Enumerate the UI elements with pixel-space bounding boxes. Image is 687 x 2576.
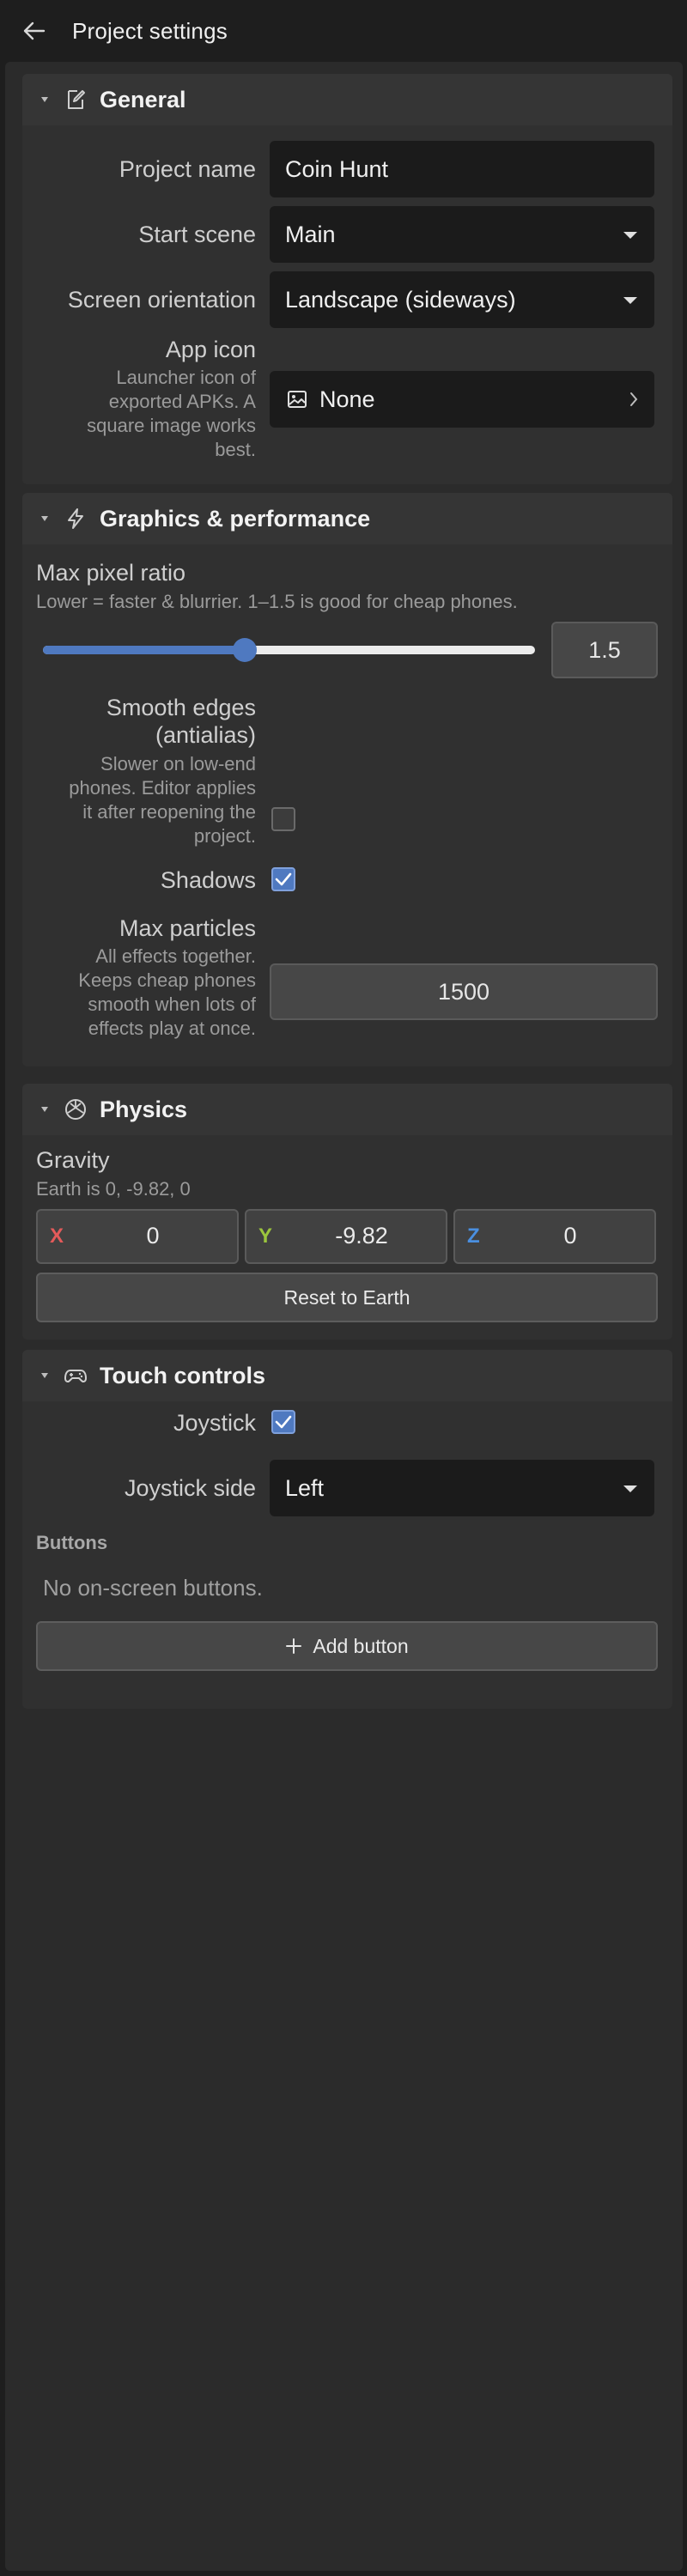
start-scene-value: Main [285,221,336,247]
empty-buttons-message: No on-screen buttons. [43,1575,263,1601]
app-icon-hint: Launcher icon of exported APKs. A square… [87,367,256,460]
physics-dice-icon [65,1099,86,1120]
gravity-x-value: 0 [146,1223,160,1249]
antialias-label: Smooth edges (antialias) [106,695,256,748]
max-particles-hint: All effects together. Keeps cheap phones… [78,945,256,1039]
checkmark-icon [275,872,292,886]
touch-controls-section-header[interactable]: Touch controls [22,1350,672,1401]
checkmark-icon [275,1415,292,1429]
x-axis-label: X [50,1224,64,1248]
project-name-value: Coin Hunt [285,155,389,182]
general-section-header[interactable]: General [22,74,672,125]
settings-panel: General Project name Coin Hunt Start sce… [5,62,683,2571]
start-scene-label: Start scene [138,222,256,247]
physics-section: Physics Gravity Earth is 0, -9.82, 0 X 0… [22,1084,672,1340]
chevron-down-icon [623,297,637,304]
chevron-right-icon [630,392,638,406]
joystick-side-value: Left [285,1474,325,1501]
antialias-checkbox[interactable] [271,807,295,831]
touch-controls-section: Touch controls Joystick Joystick side Le… [22,1350,672,1709]
gravity-hint: Earth is 0, -9.82, 0 [36,1178,191,1200]
arrow-left-icon [23,21,46,40]
z-axis-label: Z [467,1224,480,1248]
physics-section-header[interactable]: Physics [22,1084,672,1135]
collapse-caret-icon [41,516,48,521]
general-section: General Project name Coin Hunt Start sce… [22,74,672,484]
joystick-label: Joystick [173,1410,256,1436]
graphics-section-header[interactable]: Graphics & performance [22,493,672,544]
image-icon [288,391,307,408]
reset-gravity-button[interactable]: Reset to Earth [36,1273,658,1322]
app-icon-label: App icon [165,337,256,362]
touch-controls-section-title: Touch controls [100,1363,265,1388]
slider-handle[interactable] [232,638,257,662]
project-name-input[interactable]: Coin Hunt [270,141,654,197]
collapse-caret-icon [41,1107,48,1112]
joystick-side-label: Joystick side [124,1475,256,1501]
graphics-section-title: Graphics & performance [100,506,371,532]
app-icon-picker[interactable]: None [270,371,654,428]
gravity-z-value: 0 [563,1223,577,1249]
gamepad-icon [64,1370,87,1382]
joystick-side-dropdown[interactable]: Left [270,1460,654,1516]
edit-document-icon [68,90,85,109]
screen-orientation-value: Landscape (sideways) [285,286,516,313]
gravity-y-input[interactable]: Y -9.82 [245,1209,447,1264]
max-particles-label: Max particles [119,915,256,941]
chevron-down-icon [623,232,637,239]
back-button[interactable] [21,17,48,45]
physics-section-title: Physics [100,1097,188,1122]
top-bar: Project settings [0,0,687,62]
max-pixel-ratio-label: Max pixel ratio [36,560,186,586]
max-pixel-ratio-hint: Lower = faster & blurrier. 1–1.5 is good… [36,591,518,612]
joystick-checkbox[interactable] [271,1410,295,1434]
screen-orientation-label: Screen orientation [67,287,256,313]
gravity-y-value: -9.82 [335,1223,388,1249]
project-name-label: Project name [119,156,256,182]
lightning-icon [68,508,83,529]
max-pixel-ratio-input[interactable]: 1.5 [551,622,658,678]
plus-icon [286,1638,302,1654]
chevron-down-icon [623,1485,637,1492]
collapse-caret-icon [41,97,48,102]
antialias-hint: Slower on low-end phones. Editor applies… [69,753,256,847]
gravity-x-input[interactable]: X 0 [36,1209,239,1264]
shadows-checkbox[interactable] [271,867,295,891]
gravity-label: Gravity [36,1147,110,1173]
add-button-button[interactable]: Add button [36,1621,658,1671]
collapse-caret-icon [41,1373,48,1378]
graphics-section: Graphics & performance Max pixel ratio L… [22,493,672,1066]
y-axis-label: Y [258,1224,273,1248]
max-particles-input[interactable]: 1500 [270,963,658,1020]
slider-fill [43,646,245,654]
start-scene-dropdown[interactable]: Main [270,206,654,263]
shadows-label: Shadows [160,867,256,893]
buttons-heading: Buttons [36,1532,108,1553]
screen-orientation-dropdown[interactable]: Landscape (sideways) [270,271,654,328]
general-section-title: General [100,87,186,112]
page-title: Project settings [72,18,228,44]
app-icon-value: None [319,386,375,412]
gravity-z-input[interactable]: Z 0 [453,1209,656,1264]
max-pixel-ratio-slider[interactable] [43,638,535,662]
